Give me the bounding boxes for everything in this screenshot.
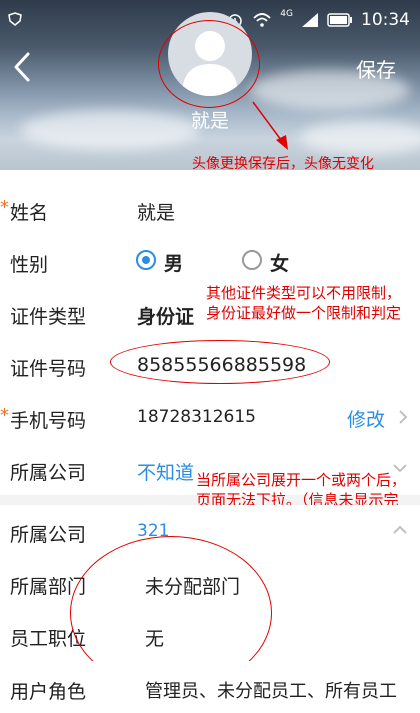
gender-label: 性别: [10, 254, 49, 276]
required-marker: *: [0, 197, 9, 218]
id-type-label: 证件类型: [10, 306, 87, 328]
chevron-up-icon[interactable]: [392, 525, 408, 535]
name-label: 姓名: [10, 202, 49, 224]
role-row[interactable]: 用户角色 管理员、未分配员工、所有员工: [0, 661, 420, 713]
company-label: 所属公司: [10, 524, 87, 546]
gender-male-label[interactable]: 男: [164, 249, 183, 276]
id-number-label: 证件号码: [10, 358, 87, 380]
annotation-company-line1: 当所属公司展开一个或两个后，: [196, 471, 407, 489]
required-marker: *: [0, 405, 9, 426]
role-label: 用户角色: [10, 681, 87, 703]
gender-row: 性别 男 女: [0, 235, 420, 288]
id-type-value[interactable]: 身份证: [137, 302, 194, 329]
modify-phone-button[interactable]: 修改: [347, 405, 385, 432]
annotation-id-line1: 其他证件类型可以不用限制，: [206, 284, 402, 302]
phone-row: * 手机号码 18728312615 修改: [0, 391, 420, 444]
gender-female-radio[interactable]: [242, 250, 262, 270]
gender-male-radio[interactable]: [136, 250, 156, 270]
chevron-right-icon[interactable]: [398, 409, 408, 425]
company-value[interactable]: 不知道: [137, 458, 194, 485]
phone-label: 手机号码: [10, 410, 87, 432]
annotation-oval: [110, 340, 330, 384]
gender-female-label[interactable]: 女: [270, 249, 289, 276]
name-value[interactable]: 就是: [137, 198, 175, 225]
name-row[interactable]: * 姓名 就是: [0, 183, 420, 236]
role-value[interactable]: 管理员、未分配员工、所有员工: [145, 677, 397, 703]
annotation-id-line2: 身份证最好做一个限制和判定: [206, 304, 402, 322]
company-label: 所属公司: [10, 462, 87, 484]
phone-value: 18728312615: [137, 407, 256, 427]
